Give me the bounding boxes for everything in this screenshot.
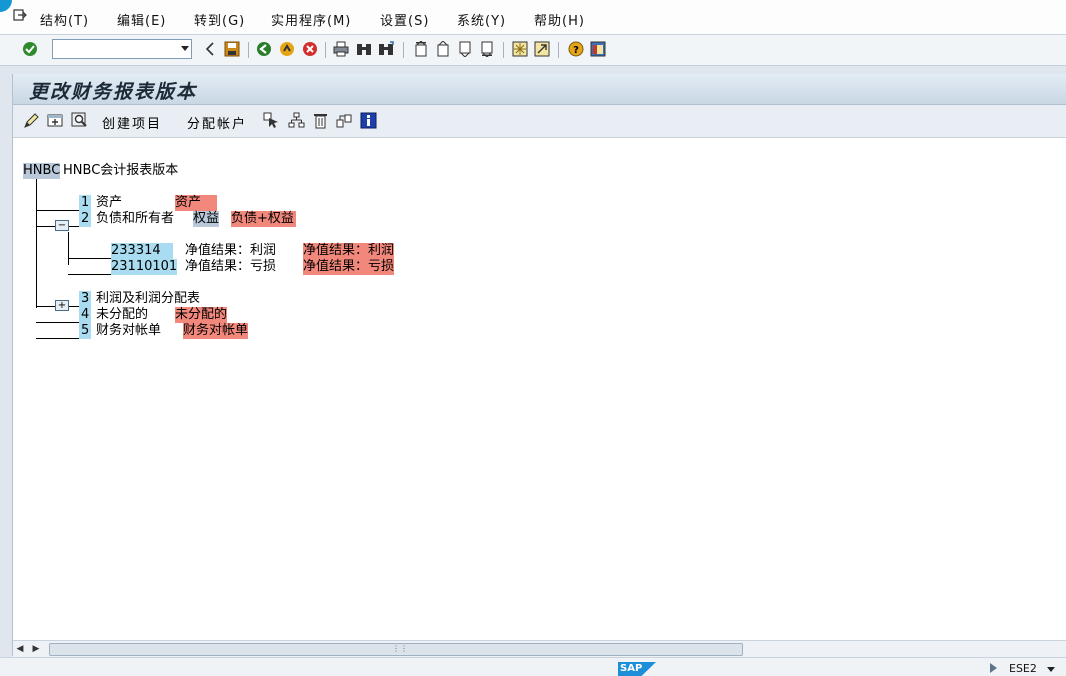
status-bar: SAP ESE2 [0,657,1066,676]
tree-child-2-label: 净值结果：亏损 [303,259,395,275]
delete-icon[interactable] [312,112,329,129]
green-back-icon[interactable] [256,41,272,57]
layout-icon[interactable] [590,41,606,57]
toolbar-gap [0,66,1066,74]
play-icon[interactable] [990,663,997,673]
title-bar: 更改财务报表版本 [13,74,1066,105]
tree-line-3 [36,306,55,307]
menu-utilities[interactable]: 实用程序(M) [271,10,351,29]
expand-node-icon[interactable]: + [55,300,69,311]
tree-root-key[interactable]: HNBC [23,163,61,179]
tree-area: HNBC HNBC会计报表版本 1 资产 资产 − 2 负债和所有者 权益 负债… [13,138,1066,638]
command-input[interactable] [55,41,177,59]
tree-line-1 [36,210,80,211]
tree-item-1-number[interactable]: 1 [79,195,92,211]
tree-item-3-number[interactable]: 3 [79,291,92,307]
hierarchy-icon[interactable] [288,112,305,129]
next-page-icon[interactable] [457,41,473,57]
tree-item-4-text: 未分配的 [96,307,149,322]
search-icon[interactable] [71,112,88,129]
menu-settings[interactable]: 设置(S) [380,10,429,29]
tree-line-5 [36,338,80,339]
separator [248,42,249,58]
horizontal-scrollbar[interactable]: ◀ ▶ ⋮⋮ [13,640,1066,657]
help-icon[interactable]: ? [568,41,584,57]
first-page-icon[interactable] [413,41,429,57]
application-toolbar: 创建项目 分配帐户 [13,105,1066,138]
menu-bar: 结构(T) 编辑(E) 转到(G) 实用程序(M) 设置(S) 系统(Y) 帮助… [0,0,1066,35]
collapse-node-icon[interactable]: − [55,220,69,231]
cancel-icon[interactable] [302,41,318,57]
menu-edit[interactable]: 编辑(E) [117,10,166,29]
display-change-icon[interactable] [23,112,40,129]
exit-icon[interactable] [279,41,295,57]
tree-child-1-label: 净值结果：利润 [303,243,395,259]
menu-icon[interactable] [13,9,27,21]
print-icon[interactable] [333,41,349,57]
tree-child-1-text: 净值结果：利润 [185,243,277,258]
tree-root-text: HNBC会计报表版本 [63,163,179,178]
tree-item-2-text-selected: 权益 [193,211,220,227]
system-id: ESE2 [1009,662,1037,675]
tree-item-4-label: 未分配的 [175,307,228,323]
tree-item-1-text: 资产 [96,195,123,210]
tree-item-2-label: 负债+权益 [231,211,296,227]
grip-icon: ⋮⋮ [392,644,408,653]
main-frame: 更改财务报表版本 创建项目 分配帐户 HNBC HNBC会计报表版本 1 资产 … [12,74,1066,657]
back-arrow-icon[interactable] [202,41,218,57]
assign-accounts-button[interactable]: 分配帐户 [187,113,247,132]
tree-line-sub [68,232,69,265]
tree-item-5-label: 财务对帐单 [183,323,249,339]
select-icon[interactable] [263,112,280,129]
tree-child-2-text: 净值结果：亏损 [185,259,277,274]
chevron-down-icon[interactable] [181,46,189,51]
chevron-down-icon[interactable] [1047,667,1055,672]
prev-page-icon[interactable] [435,41,451,57]
menu-goto[interactable]: 转到(G) [194,10,245,29]
separator [558,42,559,58]
menu-structure[interactable]: 结构(T) [40,10,89,29]
scroll-right-icon[interactable]: ▶ [31,642,41,656]
shortcut-icon[interactable] [534,41,550,57]
tree-line-4 [36,322,80,323]
find-icon[interactable] [356,41,372,57]
sap-logo: SAP [618,662,656,676]
command-field[interactable] [52,39,192,59]
svg-text:?: ? [573,45,579,56]
tree-line-child-2 [68,274,112,275]
separator [503,42,504,58]
tree-item-4-number[interactable]: 4 [79,307,92,323]
scrollbar-thumb[interactable]: ⋮⋮ [49,643,743,656]
tree-item-5-text: 财务对帐单 [96,323,162,338]
find-next-icon[interactable] [378,41,394,57]
scroll-left-icon[interactable]: ◀ [15,642,25,656]
menu-system[interactable]: 系统(Y) [457,10,506,29]
tree-child-1-key[interactable]: 233314 [111,243,173,259]
separator [325,42,326,58]
info-icon[interactable] [360,112,377,129]
tree-item-3-text: 利润及利润分配表 [96,291,201,306]
last-page-icon[interactable] [479,41,495,57]
separator [403,42,404,58]
page-title: 更改财务报表版本 [29,81,198,103]
save-icon[interactable] [224,41,240,57]
tree-item-2-text: 负债和所有者 [96,211,175,226]
create-item-button[interactable]: 创建项目 [102,113,162,132]
new-session-icon[interactable] [512,41,528,57]
tree-item-1-label: 资产 [175,195,218,211]
new-item-icon[interactable] [47,112,64,129]
tree-line-trunk [36,179,37,308]
tree-item-5-number[interactable]: 5 [79,323,92,339]
sap-logo-circle [0,0,12,12]
menu-help[interactable]: 帮助(H) [534,10,585,29]
tree-item-2-number[interactable]: 2 [79,211,92,227]
standard-toolbar: ? [0,35,1066,66]
tree-child-2-key[interactable]: 23110101 [111,259,178,275]
reassign-icon[interactable] [336,112,353,129]
tree-line-child-1 [68,258,112,259]
enter-icon[interactable] [22,41,38,57]
tree-line-2 [36,226,55,227]
